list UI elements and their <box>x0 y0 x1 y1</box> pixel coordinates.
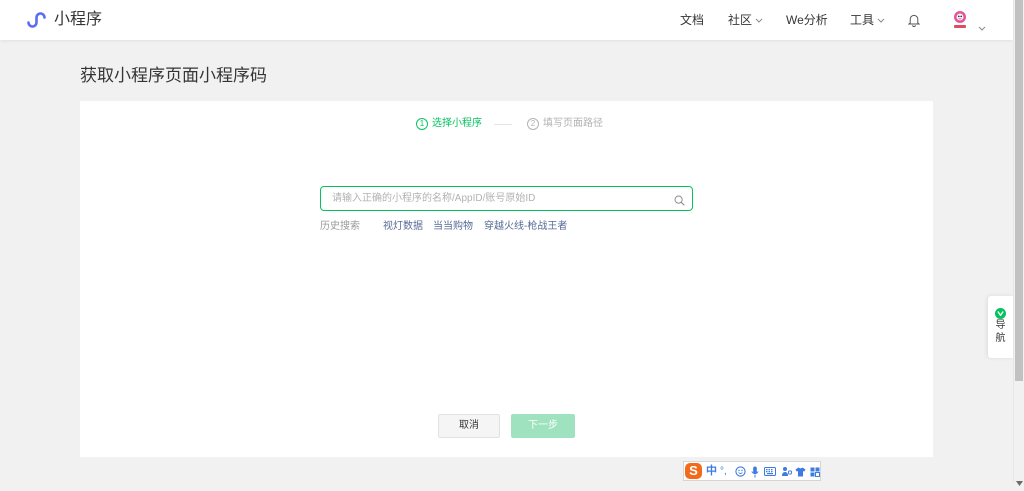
vertical-scrollbar[interactable] <box>1013 0 1024 486</box>
ime-punctuation-toggle[interactable]: °, <box>720 464 727 479</box>
nav-item-label: 工具 <box>850 13 875 27</box>
scroll-down-arrow-icon[interactable] <box>1016 473 1023 486</box>
ime-mode-toggle[interactable]: 中 <box>706 464 717 479</box>
step-2-number: 2 <box>527 118 539 130</box>
grid-menu-icon[interactable] <box>809 464 820 479</box>
miniprogram-logo-icon[interactable] <box>26 10 48 30</box>
search-box <box>320 186 693 211</box>
search-input[interactable] <box>320 186 693 211</box>
step-1-label: 选择小程序 <box>432 118 482 129</box>
bell-icon[interactable] <box>907 13 921 28</box>
keyboard-icon[interactable] <box>763 464 776 479</box>
history-item[interactable]: 视灯数据 <box>383 221 423 233</box>
main-card: 1 选择小程序 2 填写页面路径 历史搜索 视灯数据 当当购物 穿越火线-枪战王… <box>80 101 933 457</box>
nav-badge-icon <box>995 306 1006 319</box>
nav-item-label: We分析 <box>786 13 828 27</box>
search-icon[interactable] <box>674 193 685 206</box>
nav-item-community[interactable]: 社区 <box>728 12 763 28</box>
next-step-button[interactable]: 下一步 <box>511 414 575 438</box>
nav-item-we-analytics[interactable]: We分析 <box>786 12 828 28</box>
emoji-icon[interactable] <box>734 464 746 479</box>
top-header: 小程序 文档 社区 We分析 工具 <box>0 0 1013 40</box>
chevron-down-icon <box>755 18 763 23</box>
nav-item-tools[interactable]: 工具 <box>850 12 885 28</box>
avatar[interactable] <box>951 10 969 30</box>
nav-item-label: 文档 <box>680 13 705 27</box>
chevron-down-icon <box>877 18 885 23</box>
side-nav-label: 航 <box>995 333 1006 344</box>
page-title: 获取小程序页面小程序码 <box>80 66 267 85</box>
brand-name[interactable]: 小程序 <box>54 9 102 31</box>
history-item[interactable]: 当当购物 <box>433 221 473 233</box>
step-1-number: 1 <box>416 118 428 130</box>
chevron-down-icon[interactable] <box>978 18 986 31</box>
skin-shirt-icon[interactable] <box>795 464 806 479</box>
history-label: 历史搜索 <box>320 221 360 232</box>
cancel-button[interactable]: 取消 <box>438 414 500 438</box>
toolbox-icon[interactable] <box>780 464 792 479</box>
ime-toolbar: S 中 °, <box>683 461 821 481</box>
sogou-logo-icon[interactable]: S <box>685 463 702 479</box>
history-item[interactable]: 穿越火线-枪战王者 <box>484 221 567 233</box>
nav-item-label: 社区 <box>728 13 753 27</box>
scrollbar-thumb[interactable] <box>1015 0 1023 381</box>
step-divider <box>494 124 512 125</box>
step-2-label: 填写页面路径 <box>543 118 603 129</box>
microphone-icon[interactable] <box>750 464 759 479</box>
nav-item-docs[interactable]: 文档 <box>680 12 704 28</box>
side-nav-tab[interactable]: 导 航 <box>988 296 1013 358</box>
side-nav-label: 导 <box>995 320 1006 331</box>
